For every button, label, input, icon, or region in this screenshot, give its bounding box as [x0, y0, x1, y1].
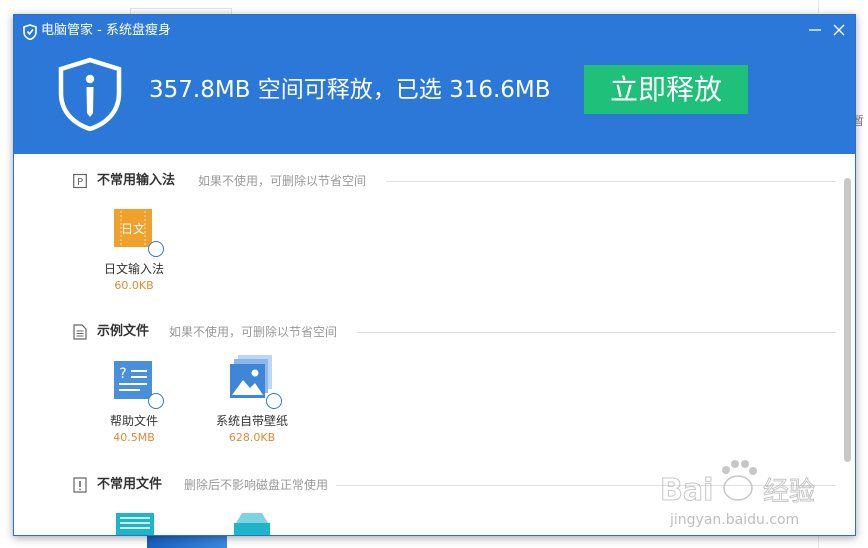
section-title: 不常用输入法 — [97, 173, 176, 188]
select-checkbox[interactable] — [266, 393, 282, 409]
section-description: 如果不使用，可删除以节省空间 — [169, 325, 338, 339]
svg-text:Bai: Bai — [660, 473, 713, 508]
help-doc-icon: ? — [114, 361, 152, 399]
document-icon — [73, 324, 87, 340]
input-method-icon: P — [73, 173, 87, 189]
japanese-ime-icon: 日文 — [114, 209, 152, 247]
ime-icon-label: 日文 — [121, 221, 145, 236]
guard-logo-icon — [23, 24, 37, 40]
section-description: 如果不使用，可删除以节省空间 — [198, 174, 367, 188]
release-now-button[interactable]: 立即释放 — [584, 65, 748, 114]
section-divider — [357, 332, 836, 333]
item-name: 帮助文件 — [109, 414, 158, 428]
wallpaper-icon — [230, 355, 272, 398]
item-system-wallpaper[interactable]: 系统自带壁纸 628.0KB — [207, 355, 297, 445]
vertical-scrollbar[interactable] — [844, 178, 851, 462]
package-icon — [234, 513, 270, 535]
section-title: 示例文件 — [97, 324, 150, 339]
close-icon[interactable] — [830, 21, 848, 39]
item-size: 40.5MB — [113, 431, 155, 444]
section-title: 不常用文件 — [97, 477, 163, 492]
svg-text:P: P — [77, 177, 83, 188]
item-name: 系统自带壁纸 — [215, 414, 288, 428]
item-japanese-ime[interactable]: 日文 日文输入法 60.0KB — [89, 209, 179, 293]
section-divider — [386, 181, 836, 182]
window-title: 电脑管家 - 系统盘瘦身 — [41, 23, 171, 38]
svg-text:经验: 经验 — [763, 477, 815, 507]
item-name: 日文输入法 — [103, 262, 164, 276]
file-icon — [116, 513, 154, 535]
section-description: 删除后不影响磁盘正常使用 — [184, 478, 329, 492]
warning-doc-icon — [73, 477, 87, 493]
svg-text:jingyan.baidu.com: jingyan.baidu.com — [669, 512, 799, 528]
item-help-files[interactable]: ? 帮助文件 40.5MB — [89, 361, 179, 445]
release-summary: 357.8MB 空间可释放，已选 316.6MB — [149, 77, 551, 103]
minimize-icon[interactable] — [806, 21, 824, 39]
baidu-watermark-logo: Bai 经验 jingyan.baidu.com — [660, 460, 816, 528]
select-checkbox[interactable] — [148, 241, 164, 257]
svg-text:?: ? — [119, 366, 126, 382]
item-size: 628.0KB — [228, 431, 276, 444]
item-size: 60.0KB — [114, 279, 154, 292]
info-shield-icon — [58, 57, 122, 131]
select-checkbox[interactable] — [148, 393, 164, 409]
header-banner: 电脑管家 - 系统盘瘦身 357.8MB 空间可释放，已选 316.6MB 立即… — [14, 15, 855, 154]
